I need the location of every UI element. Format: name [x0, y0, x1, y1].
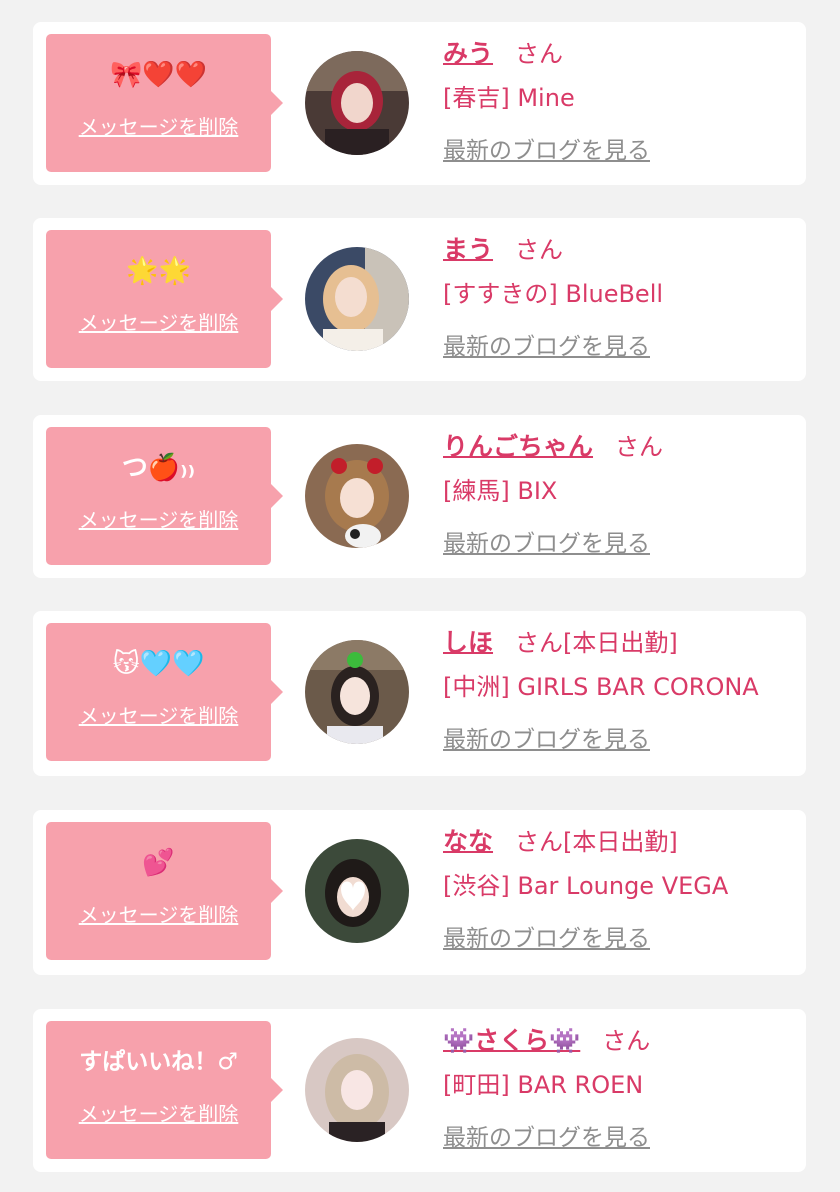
- profile-info: みう さん [春吉] Mine 最新のブログを見る: [443, 22, 806, 185]
- message-bubble: 🌟🌟 メッセージを削除: [46, 230, 283, 368]
- name-line: りんごちゃん さん: [443, 429, 663, 465]
- profile-info: まう さん [すすきの] BlueBell 最新のブログを見る: [443, 218, 806, 381]
- avatar[interactable]: [305, 247, 409, 351]
- favorite-card: つ🍎₎₎ メッセージを削除 りんごちゃん さん [練馬] BIX 最新のブログを見…: [33, 415, 806, 578]
- message-text: 💕: [142, 848, 175, 878]
- status-badge: [本日出勤]: [563, 828, 678, 856]
- latest-blog-link[interactable]: 最新のブログを見る: [443, 137, 650, 165]
- message-text: つ🍎₎₎: [121, 453, 196, 483]
- cast-name-link[interactable]: まう: [443, 235, 493, 264]
- status-badge: [本日出勤]: [563, 629, 678, 657]
- favorite-card: 💕 メッセージを削除 なな さん[本日出勤] [渋谷] Bar Lounge VE…: [33, 810, 806, 975]
- profile-info: りんごちゃん さん [練馬] BIX 最新のブログを見る: [443, 415, 806, 578]
- message-text: 🌟🌟: [126, 256, 191, 286]
- avatar[interactable]: [305, 1038, 409, 1142]
- honorific: さん: [515, 629, 564, 657]
- message-text: すぱいいね！♂: [79, 1049, 238, 1075]
- profile-info: しほ さん[本日出勤] [中洲] GIRLS BAR CORONA 最新のブログを…: [443, 611, 806, 776]
- cast-name-link[interactable]: 👾さくら👾: [443, 1026, 580, 1055]
- avatar[interactable]: [305, 839, 409, 943]
- cast-name-link[interactable]: しほ: [443, 628, 493, 657]
- latest-blog-link[interactable]: 最新のブログを見る: [443, 333, 650, 361]
- delete-message-link[interactable]: メッセージを削除: [46, 902, 271, 928]
- latest-blog-link[interactable]: 最新のブログを見る: [443, 726, 650, 754]
- favorite-card: すぱいいね！♂ メッセージを削除 👾さくら👾 さん [町田] BAR ROEN 最…: [33, 1009, 806, 1172]
- name-line: まう さん: [443, 232, 563, 268]
- message-text: 🎀❤️❤️: [109, 60, 208, 90]
- shop-name: [渋谷] Bar Lounge VEGA: [443, 872, 729, 900]
- latest-blog-link[interactable]: 最新のブログを見る: [443, 530, 650, 558]
- honorific: さん: [615, 433, 664, 461]
- shop-name: [練馬] BIX: [443, 477, 558, 505]
- name-line: なな さん[本日出勤]: [443, 824, 678, 860]
- message-bubble: 🎀❤️❤️ メッセージを削除: [46, 34, 283, 172]
- message-bubble: つ🍎₎₎ メッセージを削除: [46, 427, 283, 565]
- latest-blog-link[interactable]: 最新のブログを見る: [443, 925, 650, 953]
- avatar[interactable]: [305, 51, 409, 155]
- delete-message-link[interactable]: メッセージを削除: [46, 114, 271, 140]
- honorific: さん: [515, 828, 564, 856]
- favorite-card: 🎀❤️❤️ メッセージを削除 みう さん [春吉] Mine 最新のブログを見る: [33, 22, 806, 185]
- delete-message-link[interactable]: メッセージを削除: [46, 703, 271, 729]
- shop-name: [春吉] Mine: [443, 84, 575, 112]
- message-text: 😽🩵🩵: [112, 649, 205, 679]
- profile-info: 👾さくら👾 さん [町田] BAR ROEN 最新のブログを見る: [443, 1009, 806, 1172]
- avatar[interactable]: [305, 444, 409, 548]
- name-line: みう さん: [443, 36, 563, 72]
- name-line: しほ さん[本日出勤]: [443, 625, 678, 661]
- delete-message-link[interactable]: メッセージを削除: [46, 310, 271, 336]
- favorites-list: 🎀❤️❤️ メッセージを削除 みう さん [春吉] Mine 最新のブログを見る …: [0, 0, 840, 1192]
- honorific: さん: [602, 1027, 651, 1055]
- cast-name-link[interactable]: みう: [443, 39, 493, 68]
- honorific: さん: [515, 40, 564, 68]
- message-bubble: 💕 メッセージを削除: [46, 822, 283, 960]
- favorite-card: 🌟🌟 メッセージを削除 まう さん [すすきの] BlueBell 最新のブログを…: [33, 218, 806, 381]
- shop-name: [すすきの] BlueBell: [443, 280, 664, 308]
- cast-name-link[interactable]: りんごちゃん: [443, 432, 593, 461]
- message-bubble: 😽🩵🩵 メッセージを削除: [46, 623, 283, 761]
- shop-name: [中洲] GIRLS BAR CORONA: [443, 673, 759, 701]
- favorite-card: 😽🩵🩵 メッセージを削除 しほ さん[本日出勤] [中洲] GIRLS BAR C…: [33, 611, 806, 776]
- latest-blog-link[interactable]: 最新のブログを見る: [443, 1124, 650, 1152]
- honorific: さん: [515, 236, 564, 264]
- name-line: 👾さくら👾 さん: [443, 1023, 650, 1059]
- cast-name-link[interactable]: なな: [443, 827, 493, 856]
- delete-message-link[interactable]: メッセージを削除: [46, 507, 271, 533]
- shop-name: [町田] BAR ROEN: [443, 1071, 644, 1099]
- delete-message-link[interactable]: メッセージを削除: [46, 1101, 271, 1127]
- message-bubble: すぱいいね！♂ メッセージを削除: [46, 1021, 283, 1159]
- avatar[interactable]: [305, 640, 409, 744]
- profile-info: なな さん[本日出勤] [渋谷] Bar Lounge VEGA 最新のブログを見…: [443, 810, 806, 975]
